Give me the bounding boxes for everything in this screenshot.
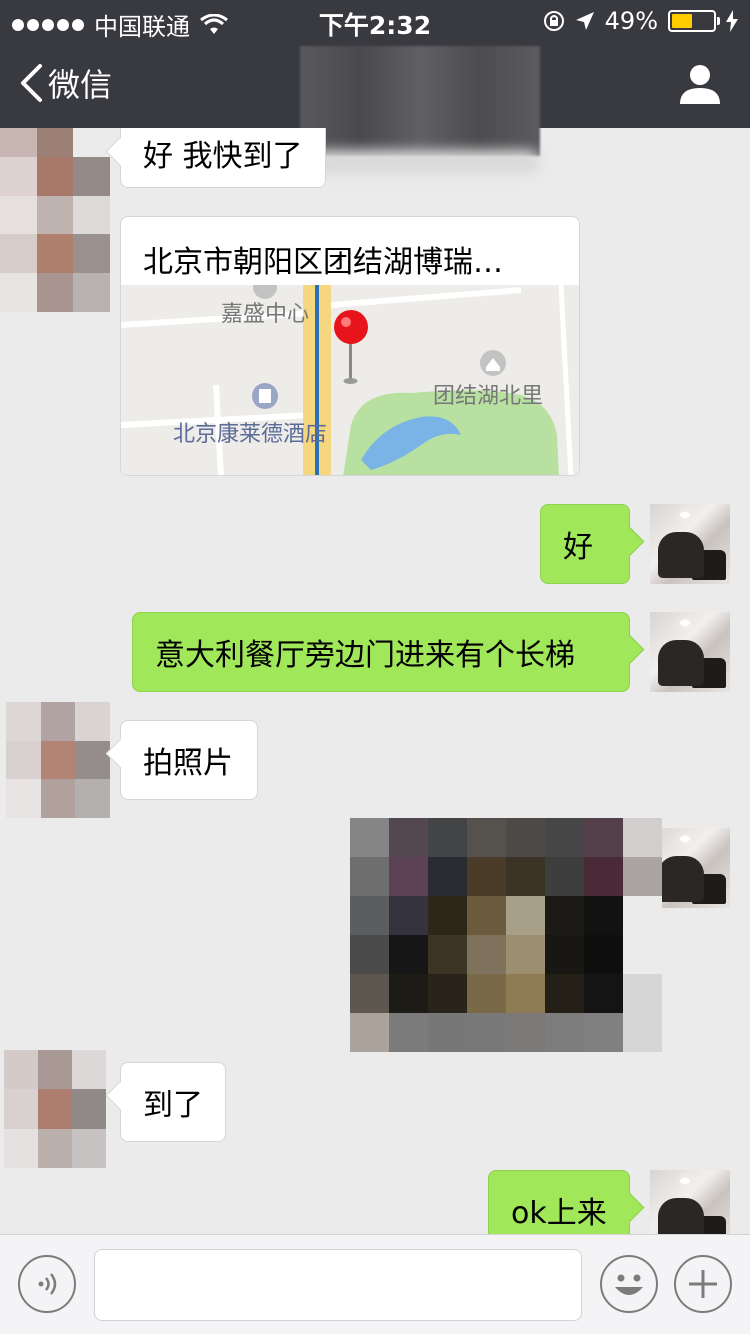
emoji-button[interactable] (600, 1255, 658, 1313)
location-arrow-icon (575, 12, 594, 30)
chat-area[interactable]: 好 我快到了 北京市朝阳区团结湖博瑞… 嘉盛中心 团结湖北里 北京康莱德酒店 好… (0, 128, 750, 1234)
avatar[interactable] (650, 828, 730, 908)
map-poi-label: 北京康莱德酒店 (173, 422, 327, 447)
smiley-icon (615, 1274, 643, 1295)
charging-bolt-icon (726, 10, 738, 32)
message-bubble[interactable]: 拍照片 (120, 720, 258, 800)
avatar[interactable] (650, 612, 730, 692)
avatar[interactable] (650, 504, 730, 584)
back-button[interactable]: 微信 (18, 60, 112, 106)
battery-icon (668, 10, 720, 32)
map-preview: 嘉盛中心 团结湖北里 北京康莱德酒店 (121, 285, 579, 475)
rotation-lock-icon (543, 11, 564, 31)
map-poi-label: 团结湖北里 (433, 384, 543, 409)
message-text: ok上来 (511, 1196, 607, 1231)
voice-icon (38, 1273, 57, 1295)
message-bubble[interactable]: 好 (540, 504, 630, 584)
plus-button[interactable] (674, 1255, 732, 1313)
avatar[interactable] (650, 1170, 730, 1234)
back-label: 微信 (48, 66, 113, 104)
image-message[interactable] (350, 818, 662, 1052)
battery-percent: 49% (604, 7, 658, 35)
avatar[interactable] (4, 1050, 106, 1168)
voice-button[interactable] (18, 1255, 76, 1313)
message-bubble[interactable]: ok上来 (488, 1170, 630, 1234)
message-text: 意大利餐厅旁边门进来有个长梯 (155, 638, 575, 673)
message-bubble[interactable]: 好 我快到了 (120, 128, 326, 188)
message-text: 拍照片 (143, 746, 233, 781)
message-bubble[interactable]: 到了 (120, 1062, 226, 1142)
message-text: 到了 (143, 1088, 203, 1123)
location-message[interactable]: 北京市朝阳区团结湖博瑞… 嘉盛中心 团结湖北里 北京康莱德酒店 (120, 216, 580, 476)
location-title: 北京市朝阳区团结湖博瑞… (143, 245, 503, 280)
map-poi-label: 嘉盛中心 (221, 302, 309, 327)
message-text: 好 我快到了 (143, 139, 303, 174)
message-input[interactable] (94, 1249, 582, 1321)
avatar[interactable] (0, 128, 110, 312)
map-graphic: 嘉盛中心 团结湖北里 北京康莱德酒店 (121, 285, 579, 475)
person-icon[interactable] (678, 62, 722, 106)
message-text: 好 (563, 530, 593, 565)
status-bar: 中国联通 下午2:32 49% (0, 0, 750, 41)
chevron-left-icon (21, 64, 42, 102)
plus-icon (689, 1270, 717, 1298)
message-bubble[interactable]: 意大利餐厅旁边门进来有个长梯 (132, 612, 630, 692)
status-right: 49% (543, 7, 738, 35)
nav-bar: 微信 (0, 40, 750, 156)
input-bar (0, 1234, 750, 1334)
avatar[interactable] (6, 702, 110, 818)
